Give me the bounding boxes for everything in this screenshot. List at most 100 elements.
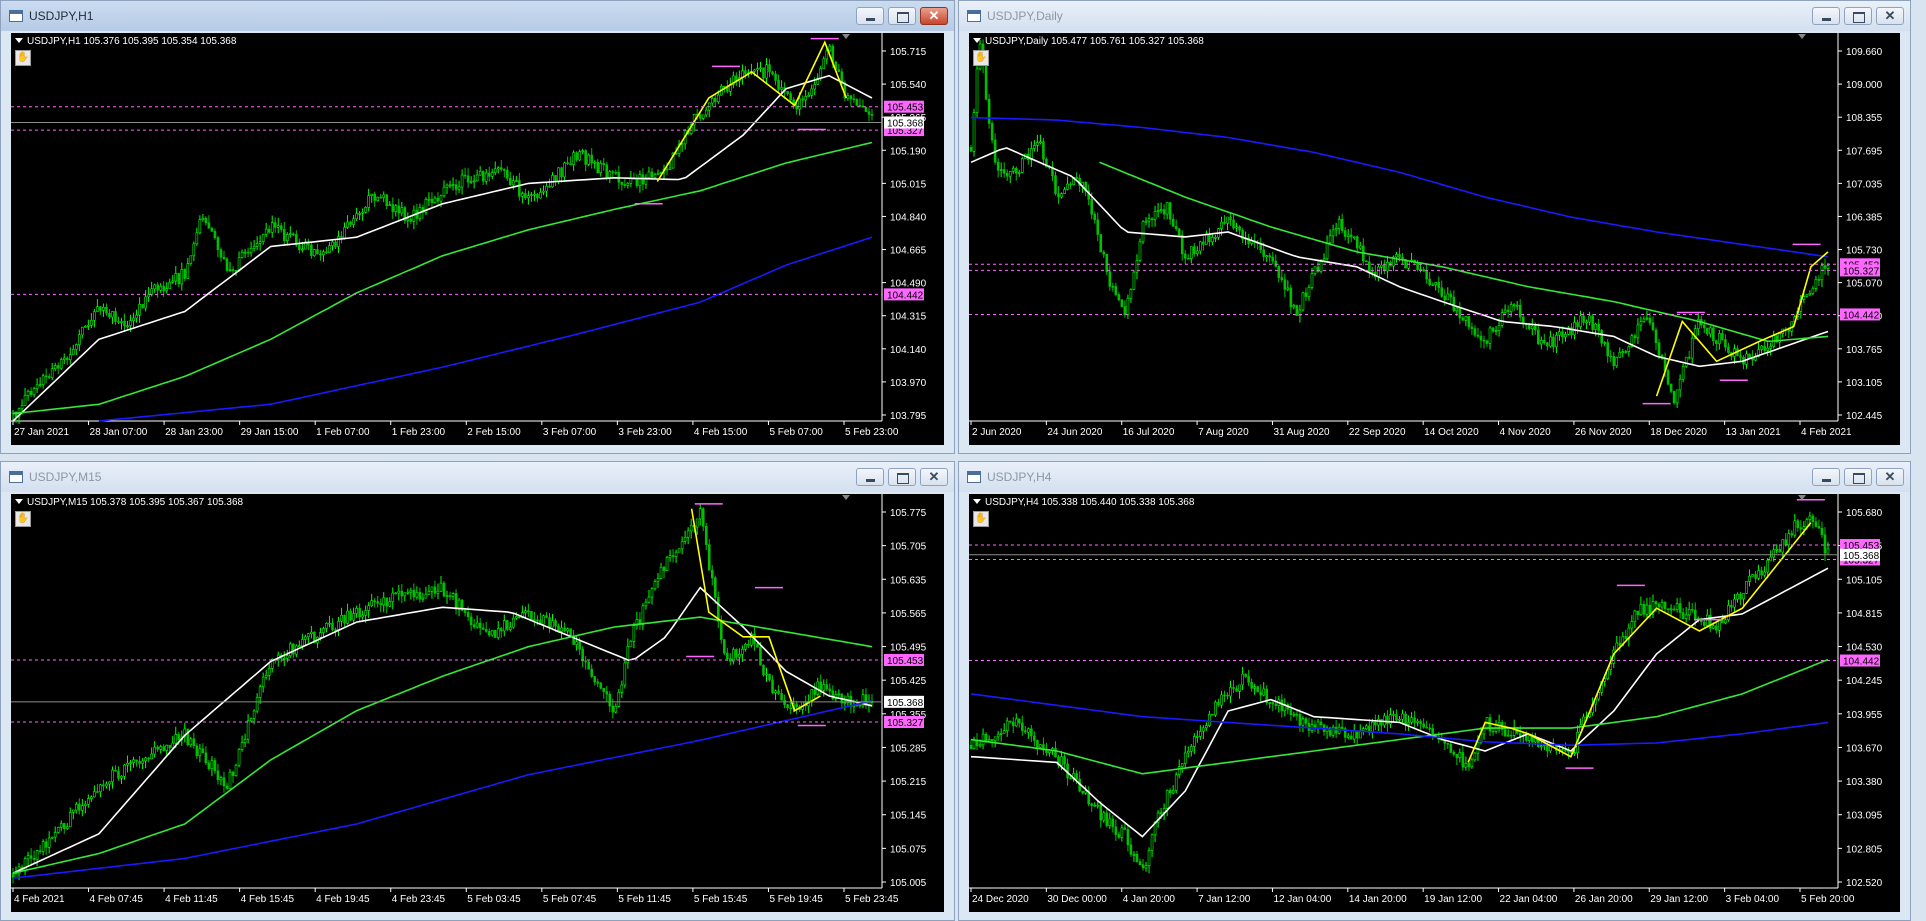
candle-body [614, 706, 618, 713]
candle-body [707, 544, 711, 571]
minimize-icon[interactable] [1812, 468, 1840, 486]
candle-body [1660, 602, 1664, 608]
candle-body [418, 591, 422, 600]
candle-body [301, 639, 304, 647]
candle-body [472, 180, 476, 183]
time-tick-label: 24 Dec 2020 [972, 894, 1029, 905]
candle-body [1208, 233, 1211, 243]
price-level-label: 105.327 [1843, 266, 1880, 277]
candle-body [132, 317, 135, 321]
candle-body [192, 738, 196, 747]
candle-body [174, 273, 178, 282]
candle-body [1648, 604, 1652, 615]
maximize-icon[interactable] [1844, 468, 1872, 486]
price-chart[interactable]: 105.715105.540105.365105.190105.015104.8… [11, 33, 944, 445]
minimize-icon[interactable] [856, 468, 884, 486]
price-tick-label: 105.145 [890, 811, 927, 822]
candle-body [62, 823, 66, 829]
price-tick-label: 104.840 [890, 212, 927, 223]
dropdown-icon[interactable] [973, 38, 981, 43]
chart-info: USDJPY,M15 105.378 105.395 105.367 105.3… [15, 497, 243, 508]
candle-body [448, 595, 452, 597]
candle-body [608, 693, 612, 707]
candle-body [246, 720, 250, 740]
candle-body [1020, 158, 1024, 173]
candle-body [1147, 850, 1151, 866]
dropdown-icon[interactable] [15, 38, 23, 43]
price-tick-label: 104.530 [1846, 643, 1883, 654]
dropdown-icon[interactable] [15, 499, 23, 504]
maximize-icon[interactable] [1844, 7, 1872, 25]
price-tick-label: 105.715 [890, 47, 927, 58]
candle-body [1524, 735, 1528, 741]
close-icon[interactable]: ✕ [920, 7, 948, 25]
chart-window-m15[interactable]: USDJPY,M15 ✕ 105.775 105.705 105.635 105.56… [0, 461, 955, 921]
candle-body [141, 303, 144, 309]
candle-body [1256, 686, 1259, 693]
candle-body [59, 823, 63, 828]
one-click-trading-icon[interactable]: ✋ [15, 50, 31, 66]
candle-body [216, 770, 220, 781]
candle-body [804, 96, 807, 101]
window-titlebar[interactable]: USDJPY,M15 ✕ [1, 462, 954, 492]
maximize-icon[interactable] [888, 468, 916, 486]
candle-body [1654, 601, 1658, 605]
window-titlebar[interactable]: USDJPY,H1 ✕ [1, 1, 954, 31]
candle-body [436, 590, 440, 594]
one-click-trading-icon[interactable]: ✋ [973, 50, 989, 66]
candle-body [1724, 619, 1727, 624]
candle-body [493, 168, 497, 173]
candle-body [439, 582, 443, 592]
minimize-icon[interactable] [856, 7, 884, 25]
one-click-trading-icon[interactable]: ✋ [973, 511, 989, 527]
close-icon[interactable]: ✕ [1876, 468, 1904, 486]
candle-body [1727, 605, 1730, 621]
candle-body [1588, 315, 1591, 323]
chart-window-h1[interactable]: USDJPY,H1 ✕ 105.715105.540105.365105.190… [0, 0, 955, 454]
candle-body [1189, 746, 1193, 752]
candle-body [641, 174, 645, 185]
candle-body [1093, 213, 1097, 221]
candle-body [969, 744, 973, 749]
candle-body [105, 783, 108, 787]
candle-body [584, 150, 587, 165]
minimize-icon[interactable] [1812, 7, 1840, 25]
candle-body [1615, 357, 1619, 367]
price-chart[interactable]: 109.660 109.000 108.355 107.695 107.035 106.3… [969, 33, 1900, 445]
candle-body [292, 233, 295, 236]
window-titlebar[interactable]: USDJPY,Daily ✕ [959, 1, 1910, 31]
dropdown-icon[interactable] [973, 499, 981, 504]
candle-body [975, 740, 979, 747]
candle-body [282, 229, 286, 241]
one-click-trading-icon[interactable]: ✋ [15, 511, 31, 527]
candle-body [611, 705, 615, 713]
candle-body [126, 325, 129, 327]
chart-window-daily[interactable]: USDJPY,Daily ✕ 109.660 109.000 108.355 107.… [958, 0, 1911, 454]
candle-body [1518, 732, 1522, 736]
price-tick-label: 107.695 [1846, 146, 1883, 157]
candle-body [569, 163, 572, 166]
price-chart[interactable]: 105.775 105.705 105.635 105.565 105.495 105.4… [11, 494, 944, 912]
candle-body [1742, 593, 1745, 600]
candle-body [822, 58, 826, 69]
candle-body [484, 172, 488, 182]
window-titlebar[interactable]: USDJPY,H4 ✕ [959, 462, 1910, 492]
candle-body [1606, 342, 1610, 357]
candle-body [1428, 278, 1431, 285]
candle-body [1235, 688, 1238, 692]
close-icon[interactable]: ✕ [920, 468, 948, 486]
candle-body [1582, 315, 1585, 323]
candle-body [1425, 271, 1428, 280]
candle-body [1108, 818, 1112, 827]
price-chart[interactable]: 105.680105.395105.105104.815104.530104.2… [969, 494, 1900, 912]
chart-window-h4[interactable]: USDJPY,H4 ✕ 105.680105.395105.105104.815… [958, 461, 1911, 921]
candle-body [1769, 346, 1772, 349]
candle-body [448, 184, 452, 187]
candle-body [632, 625, 636, 642]
candle-body [1796, 520, 1800, 528]
candle-body [1289, 708, 1293, 715]
candle-body [659, 566, 663, 579]
close-icon[interactable]: ✕ [1876, 7, 1904, 25]
maximize-icon[interactable] [888, 7, 916, 25]
candle-body [454, 593, 458, 610]
